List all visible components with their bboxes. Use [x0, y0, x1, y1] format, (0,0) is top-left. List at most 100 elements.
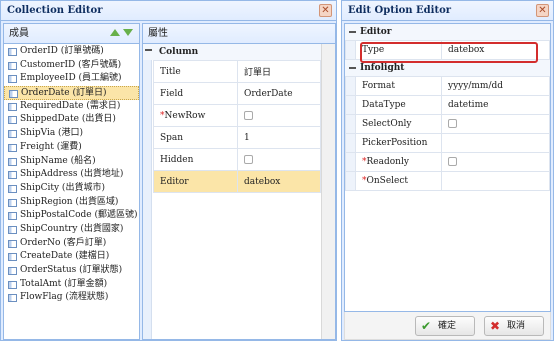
option-value[interactable] — [441, 152, 550, 172]
option-name: Format — [355, 76, 442, 96]
move-up-icon[interactable] — [110, 29, 120, 36]
check-icon: ✔ — [421, 319, 432, 333]
properties-scrollbar[interactable] — [321, 44, 335, 339]
ok-button[interactable]: ✔ 確定 — [415, 316, 475, 336]
list-item[interactable]: ShipRegion (出貨區域) — [4, 196, 139, 210]
option-value[interactable] — [441, 133, 550, 153]
property-row[interactable]: Field OrderDate — [153, 82, 321, 105]
property-value[interactable]: OrderDate — [237, 82, 321, 105]
list-item[interactable]: ShipAddress (出貨地址) — [4, 168, 139, 182]
property-name: *NewRow — [153, 104, 238, 127]
checkbox[interactable] — [244, 154, 253, 164]
option-row[interactable]: Format yyyy/mm/dd — [345, 76, 550, 96]
property-group-column[interactable]: Column — [143, 44, 335, 60]
column-icon — [8, 294, 17, 303]
move-down-icon[interactable] — [123, 29, 133, 36]
collapse-icon[interactable] — [145, 49, 152, 51]
property-value[interactable] — [237, 104, 321, 127]
group-infolight[interactable]: Infolight — [345, 60, 550, 76]
list-item[interactable]: CreateDate (建檔日) — [4, 250, 139, 264]
option-name: SelectOnly — [355, 114, 442, 134]
checkbox[interactable] — [448, 119, 457, 128]
option-value[interactable] — [441, 114, 550, 134]
column-icon — [8, 75, 17, 84]
option-name: PickerPosition — [355, 133, 442, 153]
editor-rows: Type datebox — [345, 40, 550, 60]
list-item[interactable]: TotalAmt (訂單金額) — [4, 278, 139, 292]
list-item[interactable]: Freight (運費) — [4, 141, 139, 155]
member-label: ShipCountry (出貨國家) — [20, 223, 124, 234]
member-label: OrderID (訂單號碼) — [20, 46, 104, 56]
property-name-label: Editor — [160, 176, 189, 187]
row-gutter — [345, 76, 356, 96]
row-gutter — [345, 40, 356, 60]
members-header-label: 成員 — [9, 28, 29, 39]
close-icon[interactable]: ✕ — [319, 4, 332, 17]
property-name: Editor — [153, 170, 238, 193]
member-label: CustomerID (客戶號碼) — [20, 59, 122, 70]
property-row[interactable]: Editor datebox — [153, 170, 321, 193]
list-item[interactable]: FlowFlag (流程狀態) — [4, 291, 139, 305]
column-icon — [8, 225, 17, 234]
checkbox[interactable] — [448, 157, 457, 166]
column-icon — [8, 116, 17, 125]
property-name: Title — [153, 60, 238, 83]
member-label: OrderDate (訂單日) — [21, 88, 107, 99]
option-name: Type — [355, 40, 442, 60]
property-value[interactable]: 訂單日 — [237, 60, 321, 83]
column-icon — [8, 143, 17, 152]
list-item[interactable]: ShipVia (港口) — [4, 127, 139, 141]
option-row[interactable]: *OnSelect — [345, 171, 550, 191]
property-name: Hidden — [153, 148, 238, 171]
property-value-label: 訂單日 — [244, 68, 272, 78]
option-name-label: Type — [362, 45, 385, 55]
list-item[interactable]: ShippedDate (出貨日) — [4, 113, 139, 127]
option-name: *Readonly — [355, 152, 442, 172]
column-icon — [9, 90, 18, 99]
option-row[interactable]: Type datebox — [345, 40, 550, 60]
option-value[interactable]: datetime — [441, 95, 550, 115]
list-item[interactable]: OrderNo (客戶訂單) — [4, 237, 139, 251]
option-value[interactable] — [441, 171, 550, 191]
collapse-icon[interactable] — [349, 67, 356, 69]
option-name: DataType — [355, 95, 442, 115]
list-item[interactable]: ShipCity (出貨城市) — [4, 182, 139, 196]
property-row[interactable]: *NewRow — [153, 104, 321, 127]
option-value-label: datetime — [448, 100, 489, 110]
list-item[interactable]: OrderDate (訂單日) — [4, 86, 139, 100]
option-name-label: PickerPosition — [362, 138, 428, 148]
list-item[interactable]: OrderStatus (訂單狀態) — [4, 264, 139, 278]
option-name-label: DataType — [362, 100, 406, 110]
cancel-button[interactable]: ✖ 取消 — [484, 316, 544, 336]
list-item[interactable]: RequiredDate (需求日) — [4, 100, 139, 114]
group-editor[interactable]: Editor — [345, 24, 550, 40]
property-value[interactable]: datebox — [237, 170, 321, 193]
option-row[interactable]: PickerPosition — [345, 133, 550, 153]
property-row[interactable]: Hidden — [153, 148, 321, 171]
option-value-label: yyyy/mm/dd — [448, 81, 503, 91]
property-row[interactable]: Span 1 — [153, 126, 321, 149]
property-row[interactable]: Title 訂單日 — [153, 60, 321, 83]
list-item[interactable]: CustomerID (客戶號碼) — [4, 59, 139, 73]
option-row[interactable]: *Readonly — [345, 152, 550, 172]
properties-panel: 屬性 Column Title 訂單日 Field OrderDate *NewRow S… — [142, 23, 336, 340]
property-grid: Title 訂單日 Field OrderDate *NewRow Span 1 Hidden… — [153, 60, 321, 193]
property-value-label: OrderDate — [244, 88, 293, 99]
option-row[interactable]: DataType datetime — [345, 95, 550, 115]
option-row[interactable]: SelectOnly — [345, 114, 550, 134]
list-item[interactable]: EmployeeID (員工編號) — [4, 72, 139, 86]
close-icon[interactable]: ✕ — [536, 4, 549, 17]
list-item[interactable]: ShipName (船名) — [4, 155, 139, 169]
list-item[interactable]: ShipCountry (出貨國家) — [4, 223, 139, 237]
column-icon — [8, 267, 17, 275]
collapse-icon[interactable] — [349, 31, 356, 33]
option-value[interactable]: datebox — [441, 40, 550, 60]
checkbox[interactable] — [244, 110, 253, 120]
list-item[interactable]: ShipPostalCode (郵遞區號) — [4, 209, 139, 223]
property-value[interactable] — [237, 148, 321, 171]
column-icon — [8, 102, 17, 111]
property-value[interactable]: 1 — [237, 126, 321, 149]
list-item[interactable]: OrderID (訂單號碼) — [4, 45, 139, 59]
option-value[interactable]: yyyy/mm/dd — [441, 76, 550, 96]
column-icon — [8, 130, 17, 139]
